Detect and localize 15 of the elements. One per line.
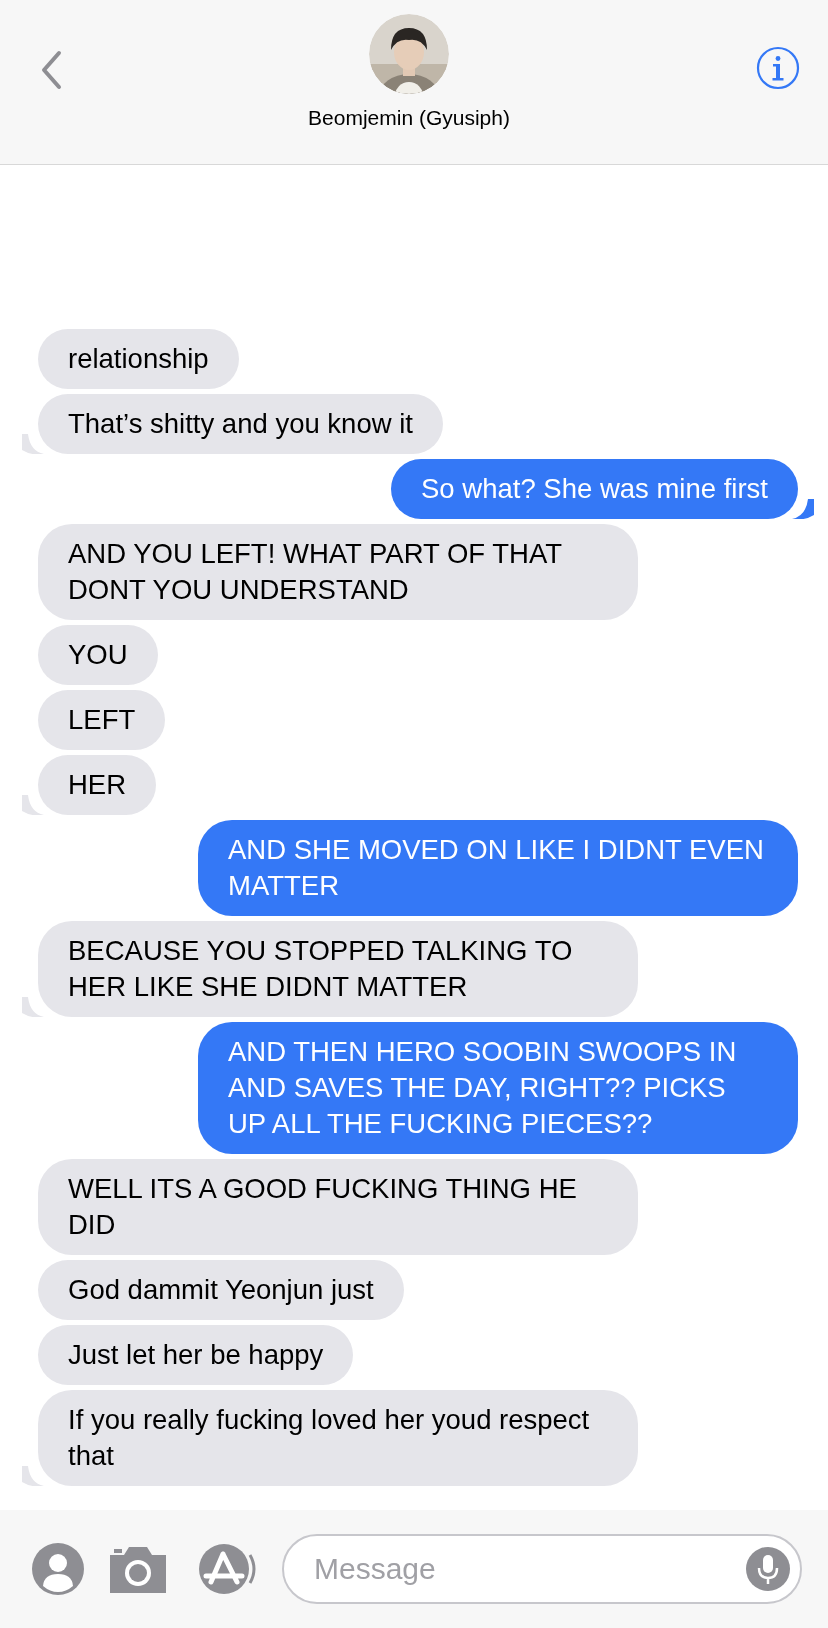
message-bubble: YOU — [38, 625, 158, 685]
message-bubble: God dammit Yeonjun just — [38, 1260, 404, 1320]
contact-name[interactable]: Beomjemin (Gyusiph) — [308, 106, 510, 130]
message-bubble: LEFT — [38, 690, 166, 750]
message-bubble: Just let her be happy — [38, 1325, 354, 1385]
back-icon[interactable] — [40, 50, 62, 90]
message-bubble: AND THEN HERO SOOBIN SWOOPS IN AND SAVES THE DAY, RIGHT?? PICKS UP ALL THE FUCKING PIECES?? — [198, 1022, 798, 1154]
info-icon[interactable] — [756, 46, 800, 90]
message-bubble: relationship — [38, 329, 239, 389]
message-bubble: WELL ITS A GOOD FUCKING THING HE DID — [38, 1159, 638, 1255]
message-field[interactable]: Message — [282, 1534, 802, 1604]
message-bubble: AND SHE MOVED ON LIKE I DIDNT EVEN MATTER — [198, 820, 798, 916]
person-icon[interactable] — [32, 1543, 84, 1595]
message-bubble: AND YOU LEFT! WHAT PART OF THAT DONT YOU UNDERSTAND — [38, 524, 638, 620]
microphone-icon[interactable] — [746, 1547, 790, 1591]
